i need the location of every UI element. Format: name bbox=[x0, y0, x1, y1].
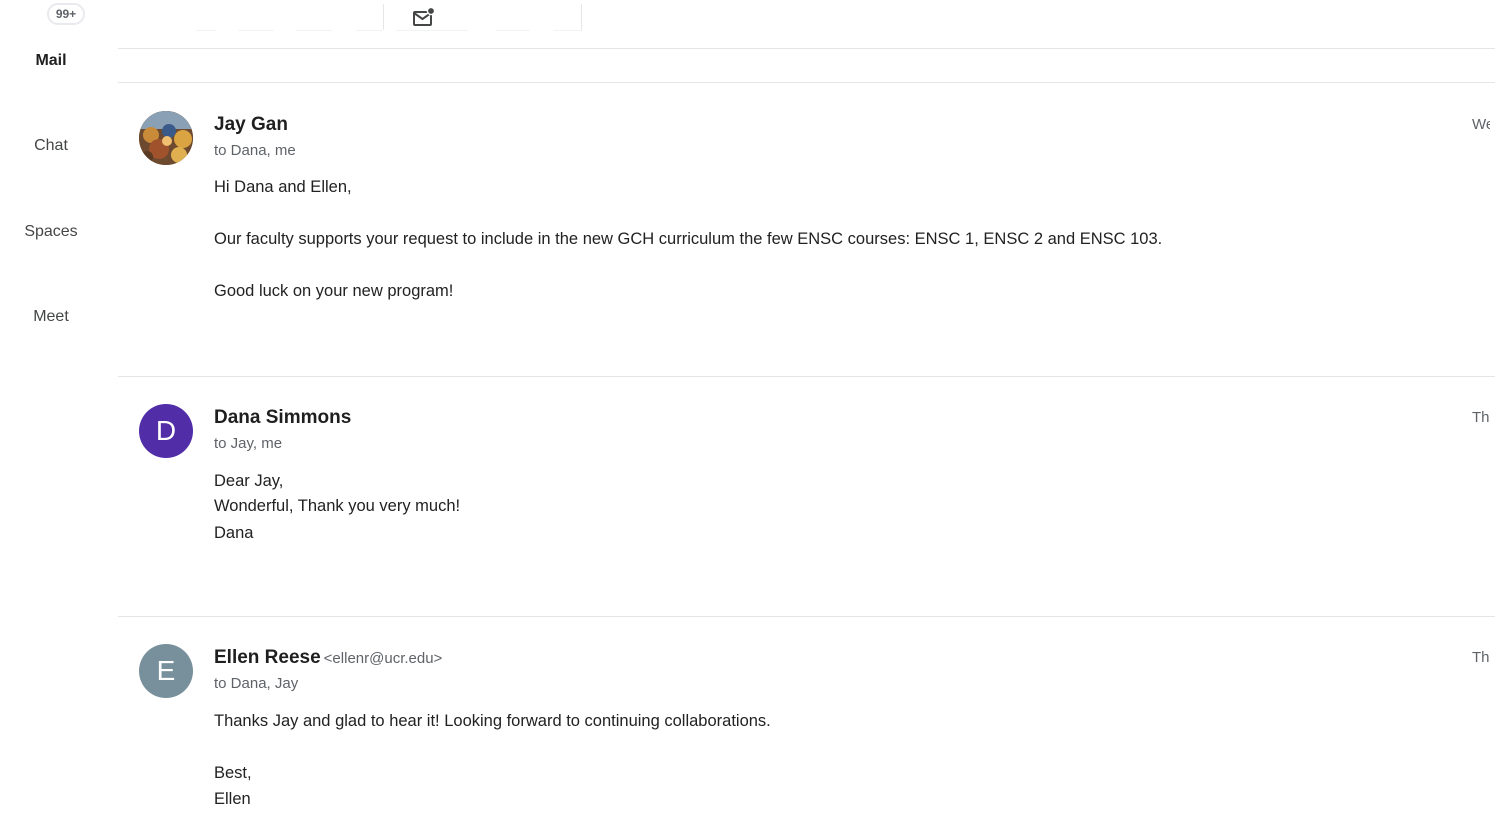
message-body-line: Dana bbox=[214, 524, 254, 542]
recipients[interactable]: to Jay, me bbox=[214, 435, 282, 452]
rail-item-meet[interactable]: Meet bbox=[0, 308, 102, 326]
rail-item-mail[interactable]: Mail bbox=[0, 52, 102, 70]
rail-item-spaces[interactable]: Spaces bbox=[0, 223, 102, 241]
mail-unread-icon[interactable] bbox=[411, 4, 437, 30]
toolbar-separator bbox=[581, 4, 582, 30]
message-body-line: Wonderful, Thank you very much! bbox=[214, 497, 461, 515]
message-body-line: Hi Dana and Ellen, bbox=[214, 178, 352, 196]
avatar[interactable]: D bbox=[139, 404, 193, 458]
avatar[interactable]: E bbox=[139, 644, 193, 698]
rail-item-chat[interactable]: Chat bbox=[0, 137, 102, 155]
recipients-text: to Dana, me bbox=[214, 142, 296, 159]
sender-name-text: Jay Gan bbox=[214, 114, 288, 135]
message-body-line: Good luck on your new program! bbox=[214, 282, 454, 300]
sender-name[interactable]: Dana Simmons bbox=[214, 407, 351, 429]
toolbar-slot[interactable] bbox=[196, 0, 216, 31]
sender-name[interactable]: Ellen Reese <ellenr@ucr.edu> bbox=[214, 647, 442, 669]
avatar-letter: D bbox=[155, 415, 177, 446]
sender-name-text: Dana Simmons bbox=[214, 407, 352, 428]
recipients[interactable]: to Dana, me bbox=[214, 142, 296, 159]
message-body-line: Ellen bbox=[214, 790, 251, 808]
recipients-text: to Jay, me bbox=[214, 435, 283, 452]
avatar-letter: E bbox=[156, 655, 176, 686]
recipients-text: to Dana, Jay bbox=[214, 675, 299, 692]
avatar[interactable] bbox=[139, 111, 193, 165]
toolbar-slot[interactable] bbox=[554, 0, 582, 31]
left-rail: 99+ Mail Chat Spaces Meet bbox=[0, 0, 104, 814]
unread-count-badge: 99+ bbox=[47, 3, 85, 25]
toolbar-slot[interactable] bbox=[356, 0, 382, 31]
message-body-line: Thanks Jay and glad to hear it! Looking … bbox=[214, 712, 771, 730]
thread-toolbar bbox=[118, 0, 1495, 49]
sender-name-text: Ellen Reese bbox=[214, 647, 321, 668]
message-date: We bbox=[1472, 116, 1490, 133]
message-jay-gan[interactable]: Jay Gan to Dana, me We Hi Dana and Ellen… bbox=[118, 83, 1495, 377]
message-body-line: Dear Jay, bbox=[214, 472, 284, 490]
sender-email: <ellenr@ucr.edu> bbox=[323, 650, 443, 667]
toolbar-slot[interactable] bbox=[296, 0, 332, 31]
message-ellen-reese[interactable]: E Ellen Reese <ellenr@ucr.edu> to Dana, J… bbox=[118, 617, 1495, 814]
message-body-line: Our faculty supports your request to inc… bbox=[214, 230, 1163, 248]
message-dana-simmons[interactable]: D Dana Simmons to Jay, me Th Dear Jay, W… bbox=[118, 377, 1495, 617]
sender-name[interactable]: Jay Gan bbox=[214, 114, 288, 136]
message-date: Th bbox=[1472, 409, 1490, 426]
toolbar-separator bbox=[383, 4, 384, 30]
message-body-line: Best, bbox=[214, 764, 252, 782]
toolbar-slot[interactable] bbox=[496, 0, 530, 31]
message-date: Th bbox=[1472, 649, 1490, 666]
recipients[interactable]: to Dana, Jay bbox=[214, 675, 298, 692]
toolbar-slot[interactable] bbox=[238, 0, 274, 31]
